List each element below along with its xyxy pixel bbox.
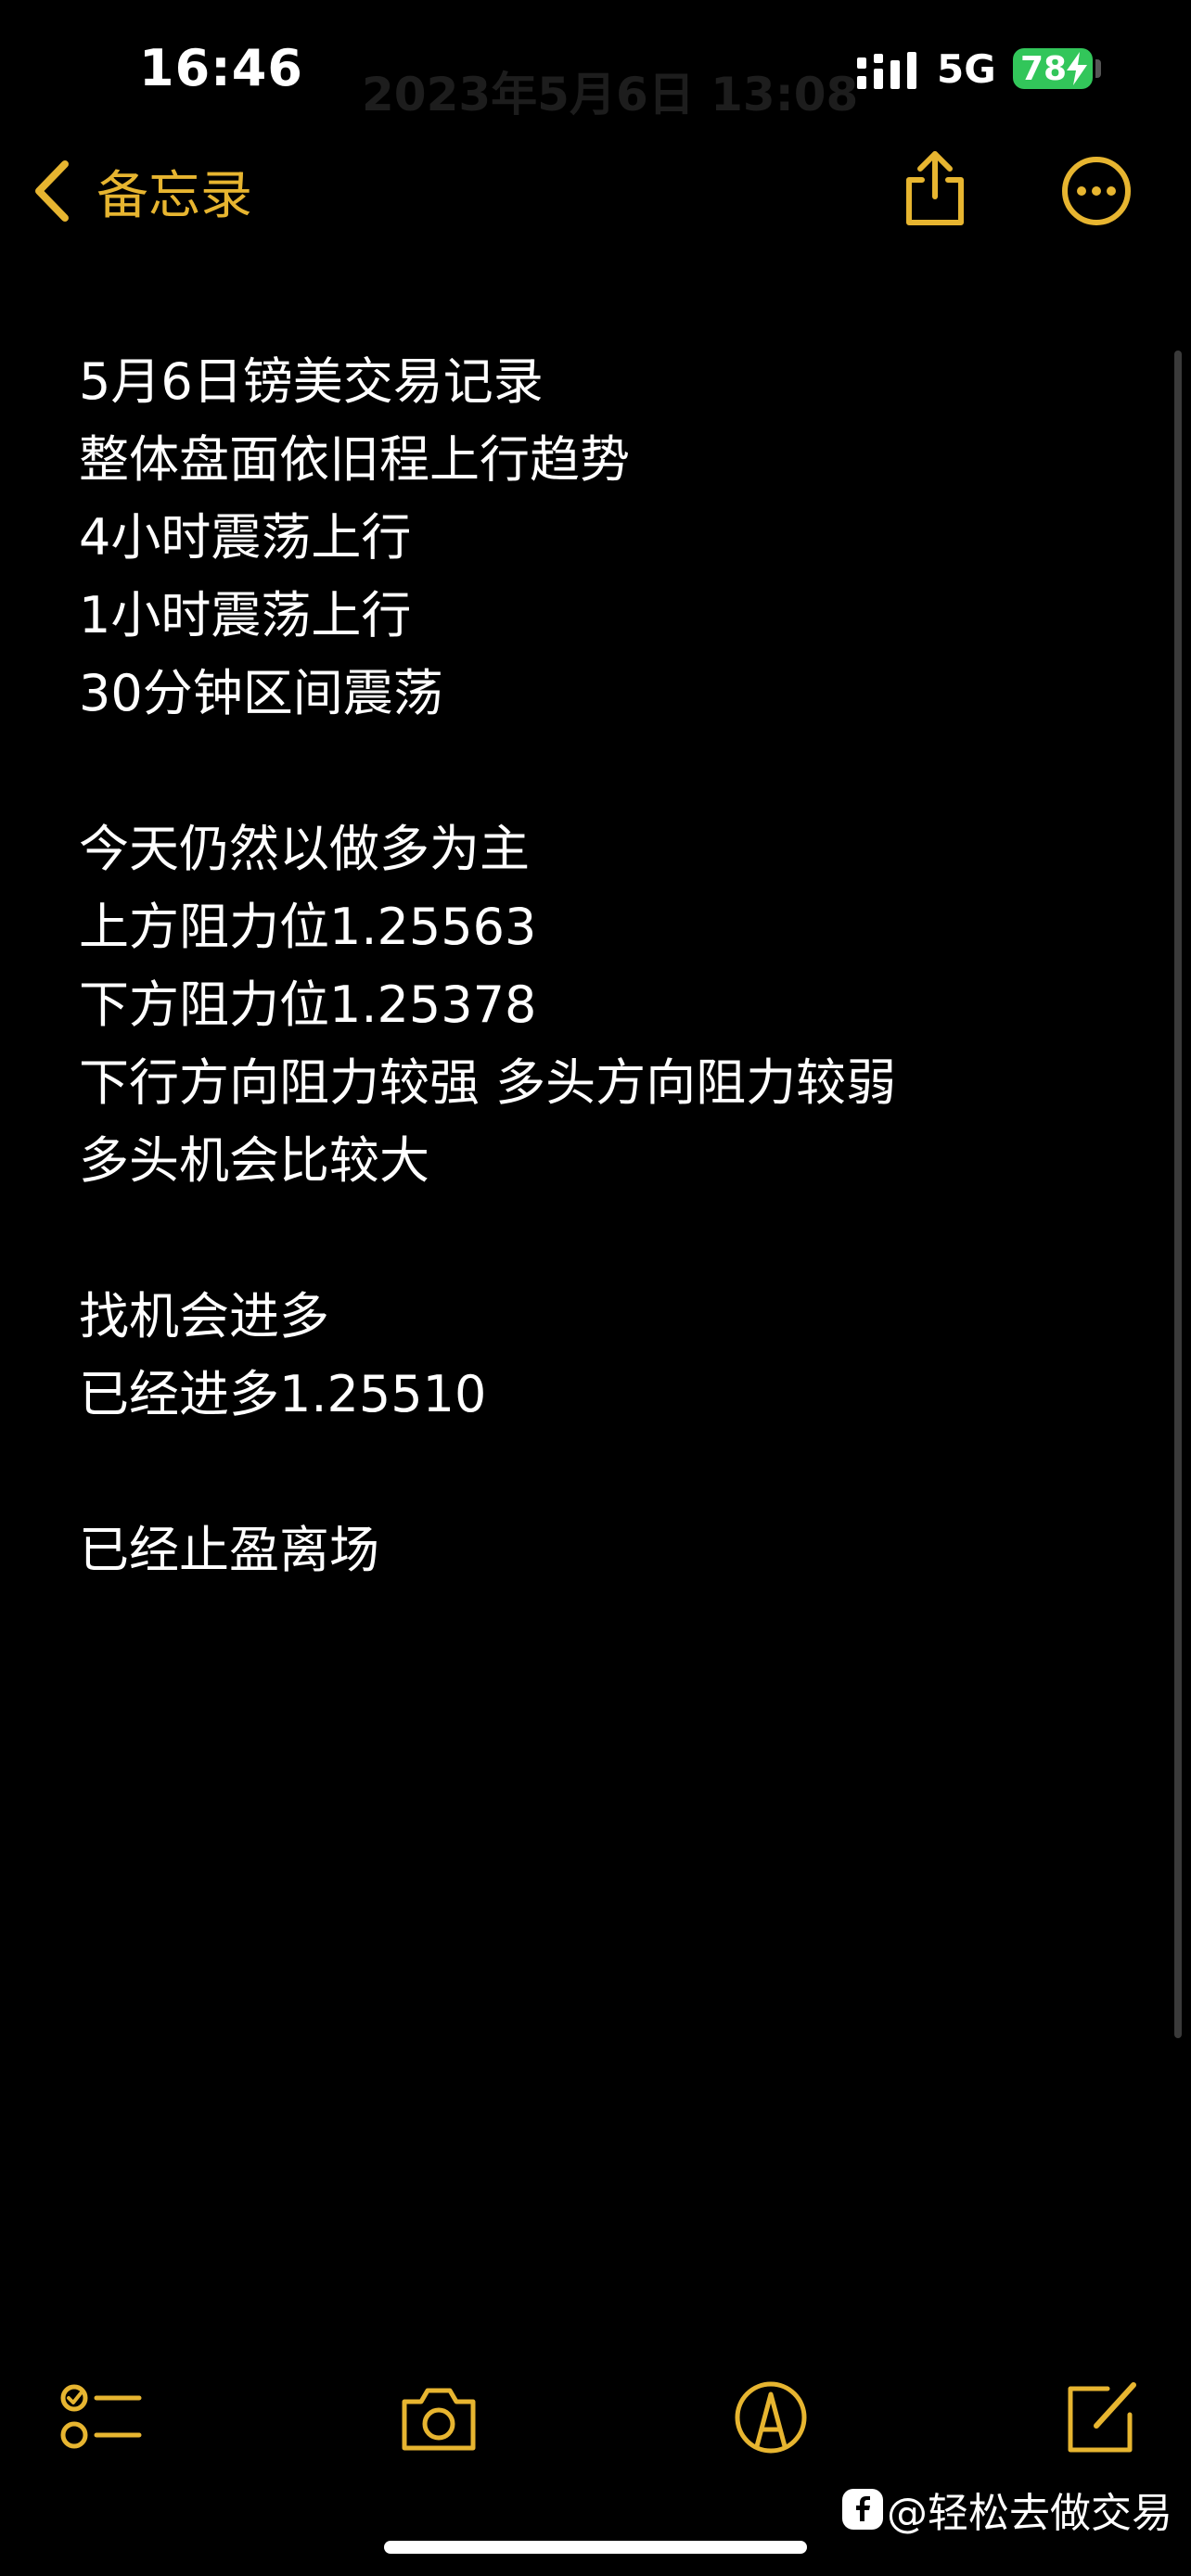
note-line: 上方阻力位1.25563 [79, 898, 537, 956]
checklist-icon[interactable] [59, 2378, 143, 2457]
back-label: 备忘录 [96, 165, 252, 226]
note-blank-line [79, 1200, 1118, 1278]
chevron-left-icon [35, 160, 69, 222]
battery-tip [1095, 59, 1101, 78]
watermark: @轻松去做交易 [842, 2481, 1172, 2537]
more-options-icon[interactable] [1061, 156, 1132, 226]
compose-icon[interactable] [1059, 2378, 1143, 2457]
note-line: 找机会进多 [79, 1287, 329, 1345]
note-line: 整体盘面依旧程上行趋势 [79, 430, 630, 489]
note-line: 30分钟区间震荡 [79, 664, 443, 722]
signal-strength-icon [857, 52, 916, 89]
network-type: 5G [937, 46, 996, 92]
note-body[interactable]: 5月6日镑美交易记录 整体盘面依旧程上行趋势 4小时震荡上行 1小时震荡上行 3… [79, 343, 1118, 1589]
note-line: 4小时震荡上行 [79, 508, 412, 567]
note-blank-line [79, 1434, 1118, 1511]
note-line: 5月6日镑美交易记录 [79, 352, 544, 411]
scroll-indicator[interactable] [1174, 351, 1182, 2038]
markup-pen-icon[interactable] [729, 2378, 813, 2457]
status-time: 16:46 [139, 39, 303, 97]
back-button[interactable]: 备忘录 [33, 154, 252, 228]
status-bar: 16:46 2023年5月6日 13:08 5G 78 [0, 0, 1191, 139]
note-line: 已经止盈离场 [79, 1521, 379, 1579]
note-line: 1小时震荡上行 [79, 586, 412, 644]
note-line: 多头机会比较大 [79, 1131, 429, 1190]
platform-logo-icon [842, 2489, 883, 2530]
note-line: 下方阻力位1.25378 [79, 976, 537, 1034]
note-line: 今天仍然以做多为主 [79, 820, 530, 878]
home-indicator[interactable] [384, 2541, 807, 2554]
battery-level: 78 [1020, 50, 1068, 88]
watermark-text: @轻松去做交易 [887, 2490, 1172, 2537]
note-line: 下行方向阻力较强 多头方向阻力较弱 [79, 1053, 897, 1112]
charging-bolt-icon [1067, 52, 1087, 85]
note-blank-line [79, 733, 1118, 810]
camera-icon[interactable] [397, 2378, 480, 2457]
share-icon[interactable] [900, 148, 970, 228]
note-date-ghost: 2023年5月6日 13:08 [362, 68, 859, 121]
note-line: 已经进多1.25510 [79, 1365, 487, 1423]
